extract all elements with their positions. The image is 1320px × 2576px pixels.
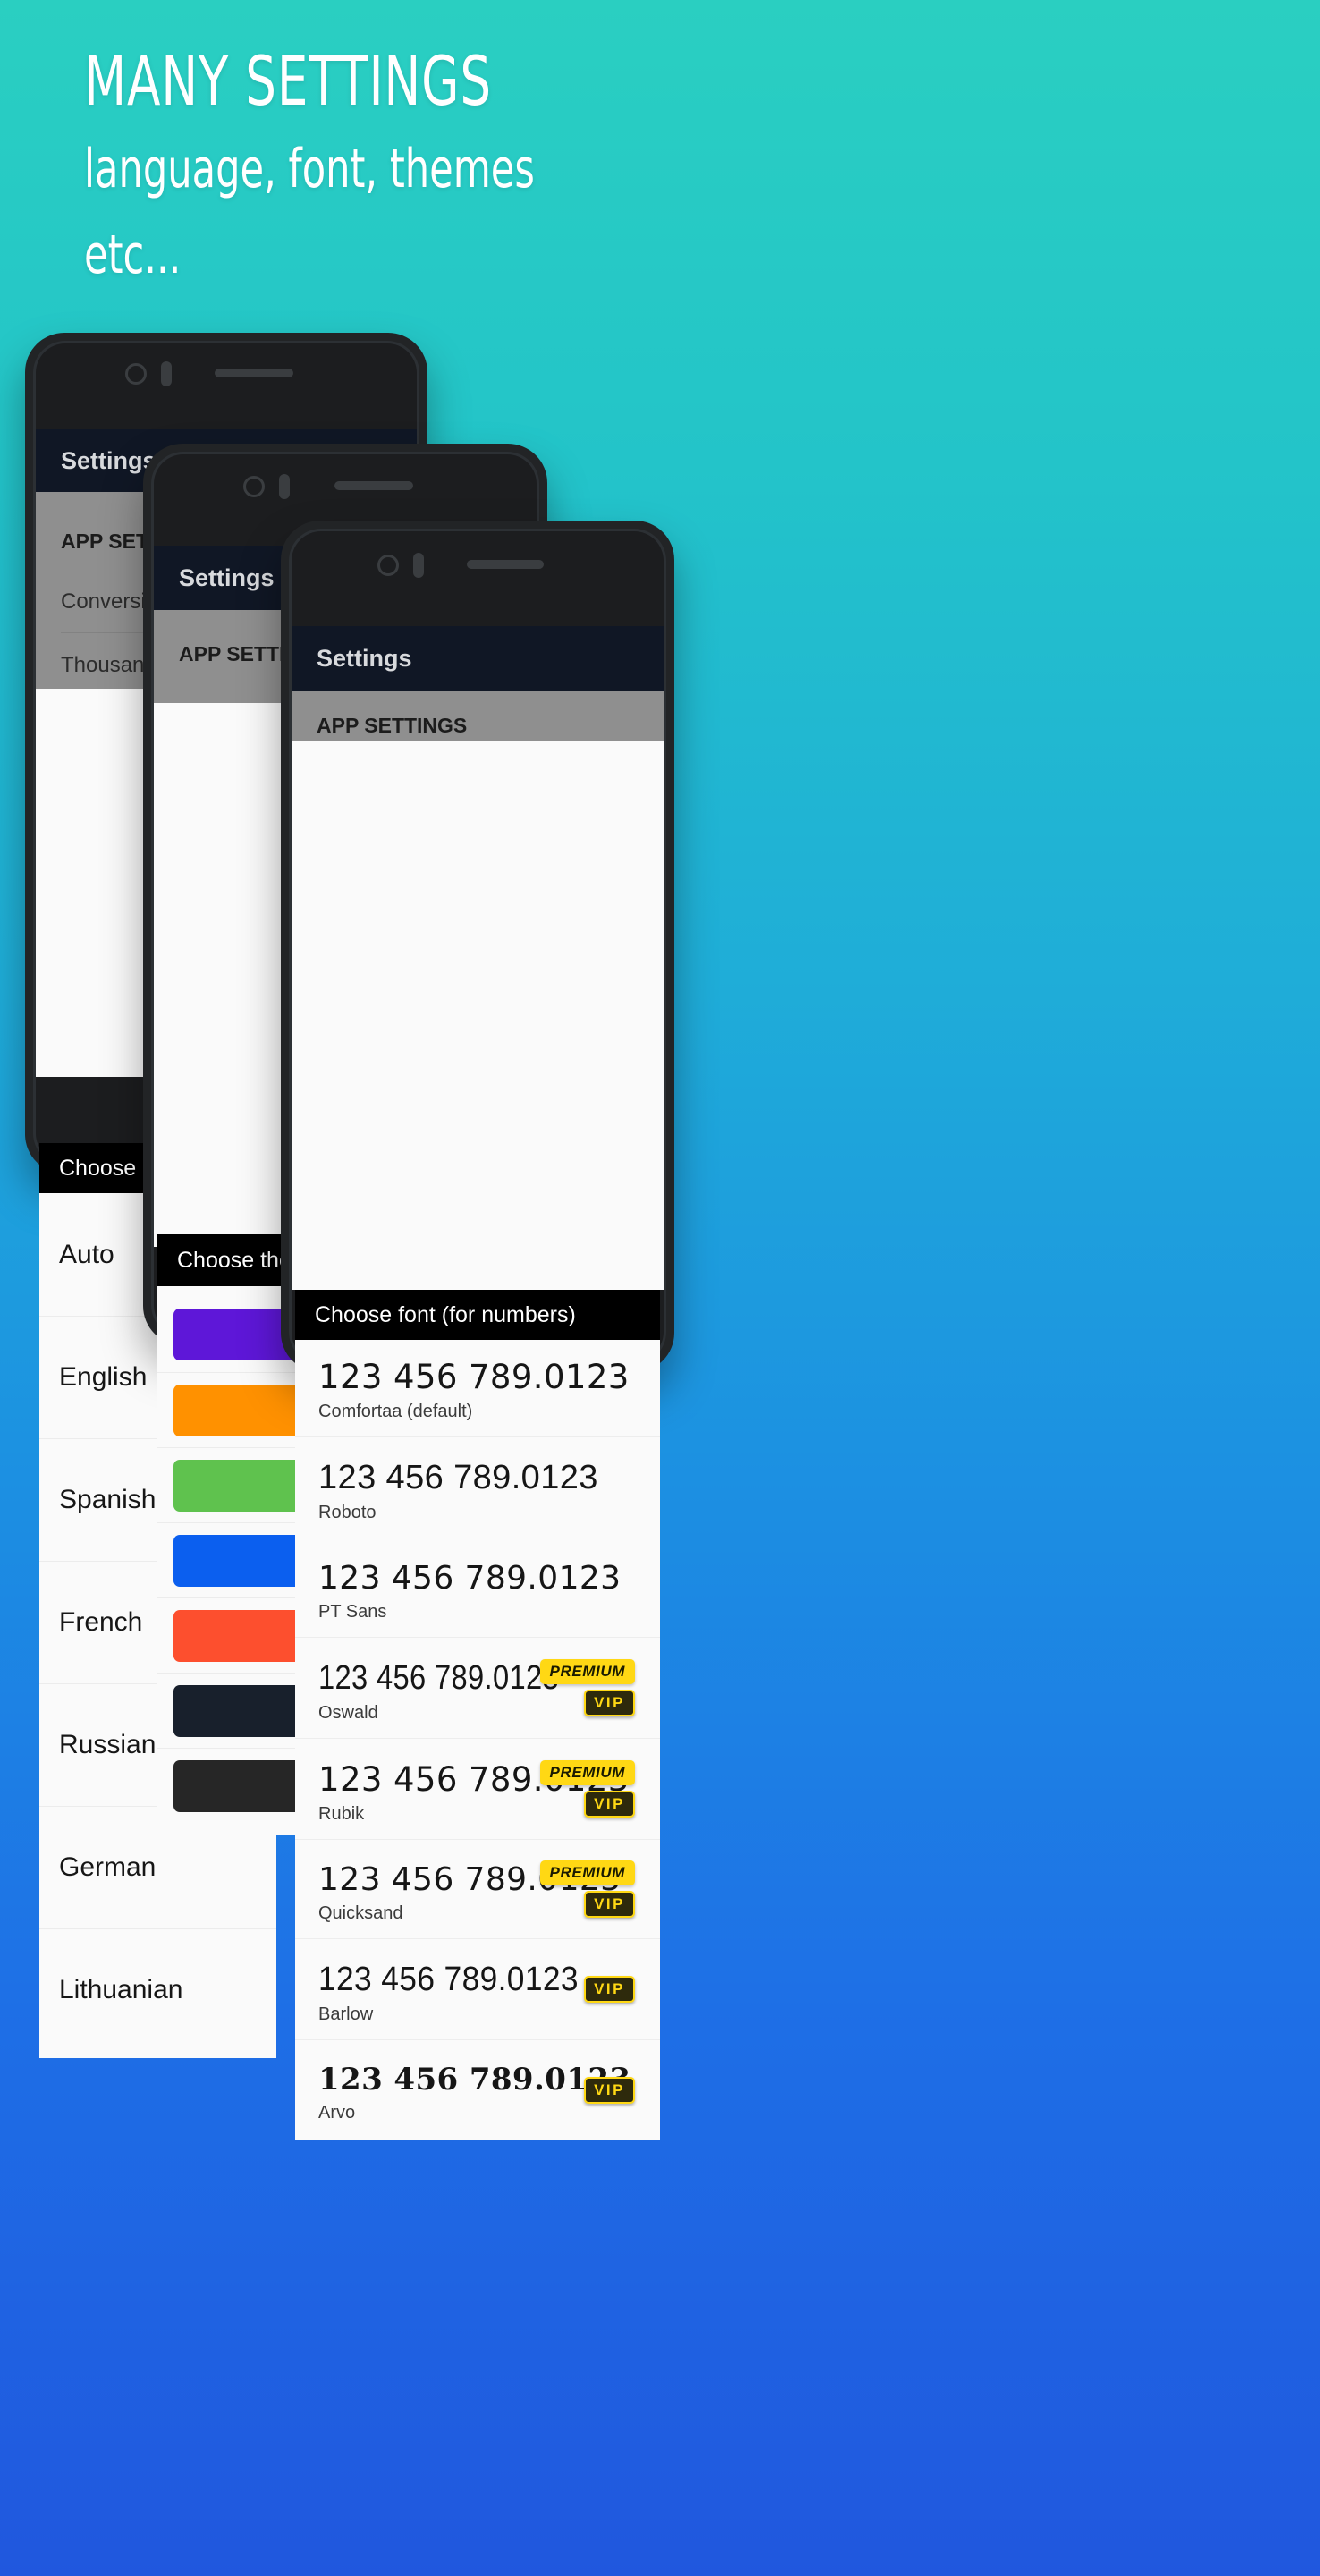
earpiece-speaker (215, 369, 293, 377)
right-settings-list: APP SETTINGS (292, 691, 664, 741)
font-badges: PREMIUM VIP (539, 1659, 635, 1716)
phone-left-notch (36, 343, 417, 401)
phone-right-notch (292, 531, 664, 589)
language-option-label: Lithuanian (59, 1975, 183, 2004)
headline-title: MANY SETTINGS (84, 41, 492, 121)
font-badges: VIP (584, 1976, 635, 2003)
font-dialog: Choose font (for numbers) 123 456 789.01… (295, 1290, 660, 2140)
font-dialog-title: Choose font (for numbers) (315, 1301, 576, 1327)
headline-block: MANY SETTINGS language, font, themes etc… (84, 43, 978, 292)
font-dialog-body: 123 456 789.0123 Comfortaa (default) 123… (295, 1340, 660, 2140)
left-appbar-title: Settings (61, 446, 157, 474)
premium-badge: PREMIUM (539, 1860, 635, 1885)
font-sample-text: 123 456 789.0123 (318, 1560, 622, 1597)
vip-badge: VIP (584, 1690, 635, 1716)
sensor-icon (161, 361, 172, 386)
font-option-arvo[interactable]: 123 456 789.0123 Arvo VIP (295, 2040, 660, 2140)
language-option-label: Spanish (59, 1485, 157, 1514)
language-option-lithuanian[interactable]: Lithuanian (39, 1928, 276, 2051)
earpiece-speaker (334, 481, 413, 490)
font-name-label: Comfortaa (default) (318, 1402, 473, 1421)
font-sample-text: 123 456 789.0123 (318, 1961, 579, 1998)
premium-badge: PREMIUM (539, 1659, 635, 1684)
front-camera-icon (377, 555, 399, 576)
headline-subtitle: language, font, themes (84, 138, 535, 200)
sensor-icon (279, 474, 290, 499)
right-appbar-title: Settings (317, 644, 412, 672)
phone-right-body: Settings APP SETTINGS (292, 531, 664, 1361)
font-name-label: Roboto (318, 1503, 377, 1522)
vip-badge: VIP (584, 1891, 635, 1918)
vip-badge: VIP (584, 2076, 635, 2104)
font-option-ptsans[interactable]: 123 456 789.0123 PT Sans (295, 1538, 660, 1638)
front-camera-icon (243, 476, 265, 497)
font-option-rubik[interactable]: 123 456 789.0123 Rubik PREMIUM VIP (295, 1739, 660, 1840)
premium-badge: PREMIUM (539, 1760, 635, 1785)
language-option-label: German (59, 1852, 157, 1882)
font-option-roboto[interactable]: 123 456 789.0123 Roboto (295, 1437, 660, 1538)
font-badges: VIP (584, 2076, 635, 2104)
font-option-barlow[interactable]: 123 456 789.0123 Barlow VIP (295, 1939, 660, 2040)
font-option-quicksand[interactable]: 123 456 789.0123 Quicksand PREMIUM VIP (295, 1840, 660, 1939)
language-option-label: French (59, 1607, 143, 1637)
font-name-label: Barlow (318, 2004, 374, 2024)
font-dialog-title-bar: Choose font (for numbers) (295, 1290, 660, 1340)
vip-badge: VIP (584, 1976, 635, 2003)
font-sample-text: 123 456 789.0123 (318, 1358, 630, 1396)
earpiece-speaker (467, 560, 544, 569)
font-badges: PREMIUM VIP (539, 1860, 635, 1918)
vip-badge: VIP (584, 1791, 635, 1818)
right-appbar: Settings (292, 626, 664, 691)
font-name-label: PT Sans (318, 1602, 387, 1622)
font-badges: PREMIUM VIP (539, 1760, 635, 1818)
phone-mid-notch (154, 454, 537, 512)
headline-etc: etc... (84, 224, 182, 286)
mid-appbar-title: Settings (179, 564, 275, 591)
right-section-header: APP SETTINGS (317, 714, 468, 737)
language-option-label: English (59, 1362, 148, 1392)
language-option-label: Russian (59, 1730, 157, 1759)
sensor-icon (413, 553, 424, 578)
font-option-oswald[interactable]: 123 456 789.0123 Oswald PREMIUM VIP (295, 1638, 660, 1739)
font-sample-text: 123 456 789.0123 (318, 1459, 598, 1496)
phone-right-screen: Settings APP SETTINGS (292, 626, 664, 1290)
font-name-label: Arvo (318, 2103, 356, 2123)
front-camera-icon (125, 363, 147, 385)
language-option-label: Auto (59, 1239, 114, 1269)
font-option-comfortaa[interactable]: 123 456 789.0123 Comfortaa (default) (295, 1340, 660, 1437)
phone-right: Settings APP SETTINGS (281, 521, 674, 1372)
